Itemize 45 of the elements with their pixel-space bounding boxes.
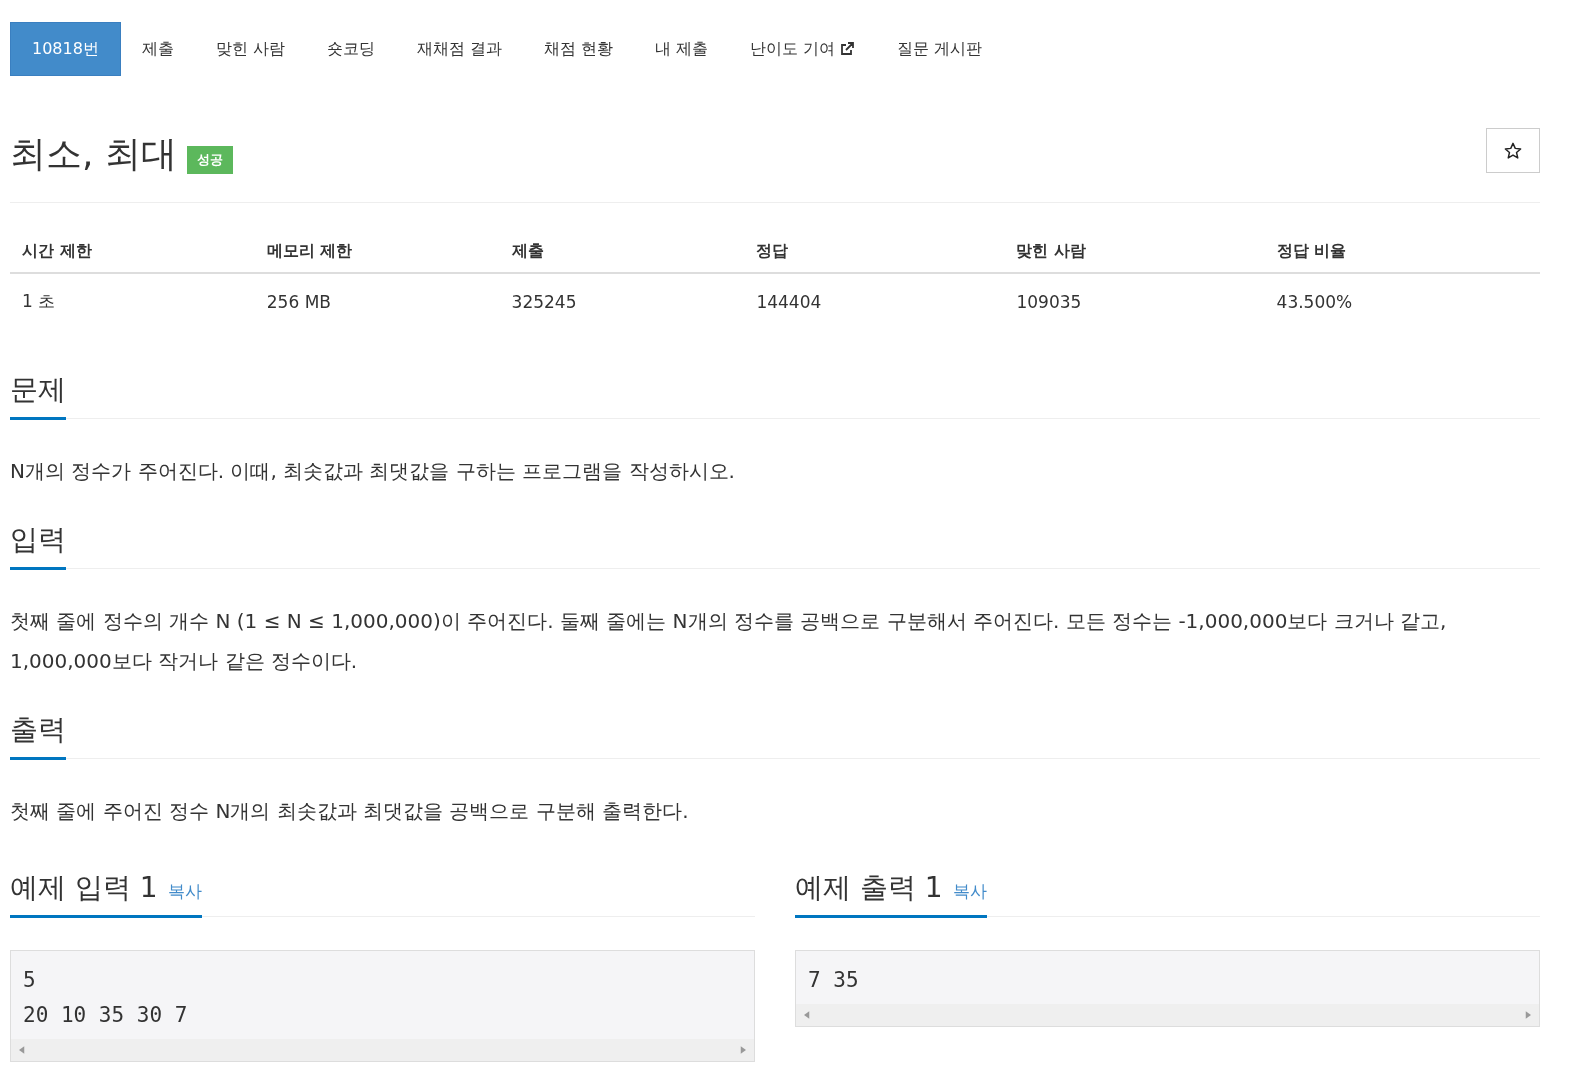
horizontal-scrollbar[interactable] (11, 1039, 754, 1061)
scroll-right-icon[interactable] (1525, 1011, 1531, 1019)
scroll-left-icon[interactable] (19, 1046, 25, 1054)
scroll-left-icon[interactable] (804, 1011, 810, 1019)
nav-tab[interactable]: 질문 게시판 (876, 22, 1004, 76)
column-header: 맞힌 사람 (1004, 227, 1265, 273)
star-icon (1504, 141, 1522, 160)
column-header: 메모리 제한 (254, 227, 500, 273)
nav-tab[interactable]: 난이도 기여 (729, 22, 877, 76)
table-cell: 43.500% (1264, 273, 1540, 329)
section-heading: 출력 (10, 699, 66, 760)
section-heading: 문제 (10, 359, 66, 420)
code-line: 20 10 35 30 7 (23, 1002, 189, 1029)
favorite-button[interactable] (1486, 128, 1540, 173)
table-cell: 144404 (744, 273, 1005, 329)
column-header: 정답 비율 (1264, 227, 1540, 273)
sample-heading: 예제 출력 1 (795, 870, 943, 906)
horizontal-scrollbar[interactable] (796, 1004, 1539, 1026)
scroll-right-icon[interactable] (740, 1046, 746, 1054)
code-line: 5 (23, 967, 37, 994)
copy-link[interactable]: 복사 (952, 880, 987, 903)
column-header: 정답 (744, 227, 1005, 273)
copy-link[interactable]: 복사 (167, 880, 202, 903)
nav-tab[interactable]: 제출 (120, 22, 195, 76)
section-text: N개의 정수가 주어진다. 이때, 최솟값과 최댓값을 구하는 프로그램을 작성하시오. (10, 458, 736, 485)
external-link-icon (839, 41, 856, 57)
nav-tab[interactable]: 숏코딩 (306, 22, 396, 76)
problem-title: 최소, 최대 (10, 132, 177, 176)
table-cell: 256 MB (254, 273, 500, 329)
nav-tab[interactable]: 채점 현황 (523, 22, 635, 76)
column-header: 시간 제한 (10, 227, 255, 273)
code-line: 7 35 (808, 967, 860, 994)
status-badge: 성공 (186, 146, 233, 174)
table-cell: 325245 (499, 273, 745, 329)
sample-heading: 예제 입력 1 (10, 870, 158, 906)
section-text: 첫째 줄에 정수의 개수 N (1 ≤ N ≤ 1,000,000)이 주어진다. 둘째 줄에는 N개의 정수를 공백으로 구분해서 주어진다. 모든 정수는 -1,000,000보다 크거나 같고, 1,000,000보다 작거나 같은 정수이다. (10, 608, 1448, 675)
column-header: 제출 (499, 227, 745, 273)
table-cell: 1 초 (10, 273, 255, 329)
table-cell: 109035 (1004, 273, 1265, 329)
nav-tab[interactable]: 맞힌 사람 (194, 22, 306, 76)
nav-tab[interactable]: 10818번 (10, 22, 121, 76)
nav-tab[interactable]: 재채점 결과 (396, 22, 524, 76)
section-heading: 입력 (10, 509, 66, 570)
nav-tab[interactable]: 내 제출 (634, 22, 730, 76)
section-text: 첫째 줄에 주어진 정수 N개의 최솟값과 최댓값을 공백으로 구분해 출력한다. (10, 798, 690, 825)
